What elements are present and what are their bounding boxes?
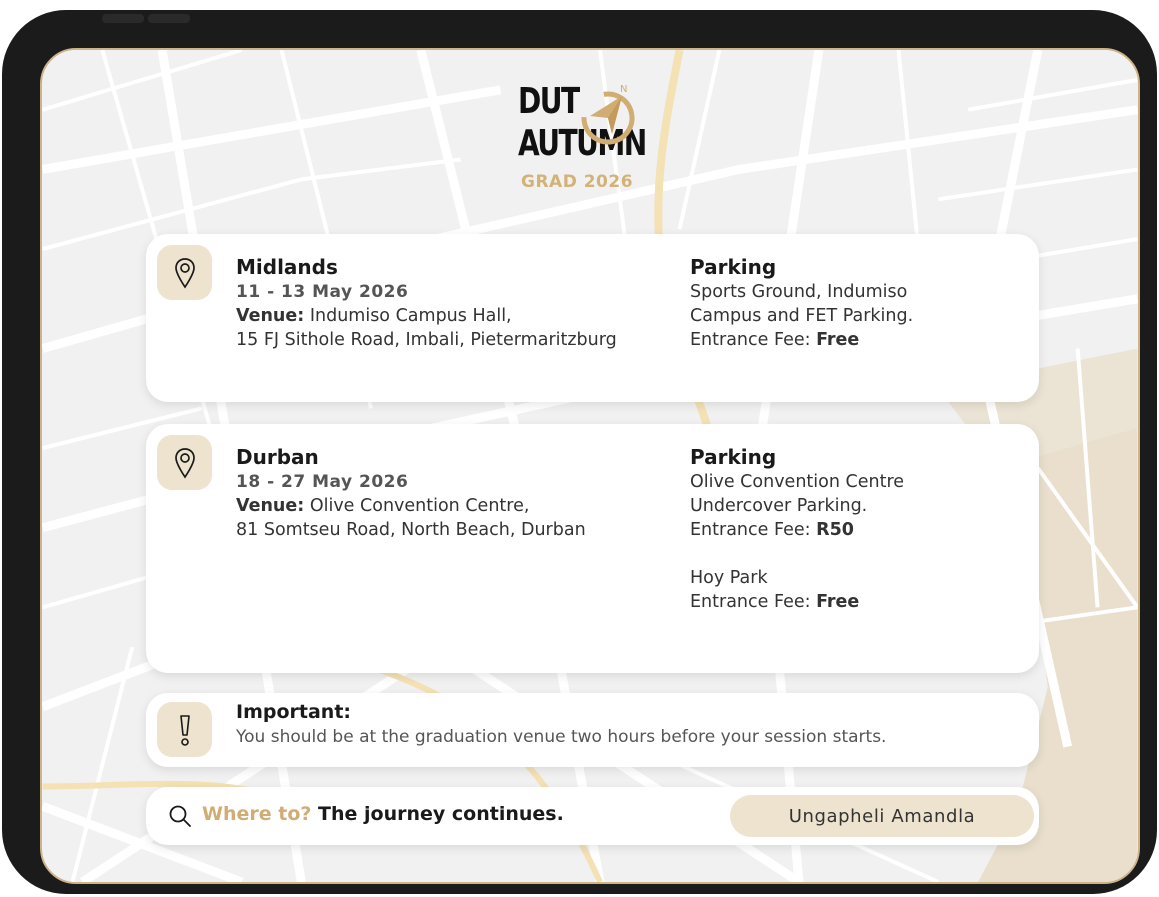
important-title: Important: (236, 701, 352, 723)
search-icon (169, 805, 191, 827)
search-tagline: The journey continues. (318, 803, 564, 825)
midlands-dates: 11 - 13 May 2026 (236, 282, 409, 302)
midlands-address: 15 FJ Sithole Road, Imbali, Pietermaritz… (236, 330, 617, 350)
durban-parking-title: Parking (690, 445, 777, 469)
durban-title: Durban (236, 445, 319, 469)
location-pin-icon (157, 435, 212, 490)
midlands-parking: Parking Sports Ground, Indumiso Campus a… (690, 254, 913, 352)
durban-dates: 18 - 27 May 2026 (236, 472, 409, 492)
important-notice: Important: You should be at the graduati… (146, 693, 1039, 767)
logo-line-3: GRAD 2026 (521, 172, 634, 192)
important-text: You should be at the graduation venue tw… (236, 727, 887, 747)
midlands-parking-line: Campus and FET Parking. (690, 306, 914, 326)
dut-autumn-logo: DUT AUTUMN N GRAD 2026 (518, 80, 668, 198)
svg-text:N: N (620, 84, 627, 95)
durban-venue: Venue: Olive Convention Centre, (236, 496, 530, 516)
midlands-parking-title: Parking (690, 255, 777, 279)
durban-parking-line: Undercover Parking. (690, 496, 868, 516)
durban-card: Durban 18 - 27 May 2026 Venue: Olive Con… (146, 424, 1039, 673)
durban-parking-line: Olive Convention Centre (690, 472, 905, 492)
logo-line-1: DUT (518, 81, 580, 122)
durban-entrance-fee-2: Entrance Fee: Free (690, 592, 860, 612)
durban-entrance-fee: Entrance Fee: R50 (690, 520, 854, 540)
search-prompt: Where to? The journey continues. (202, 803, 564, 825)
search-accent: Where to? (202, 803, 312, 825)
durban-address: 81 Somtseu Road, North Beach, Durban (236, 520, 586, 540)
durban-parking-2: Hoy Park (690, 568, 768, 588)
volume-button (102, 14, 144, 23)
volume-button (148, 14, 190, 23)
midlands-venue: Venue: Indumiso Campus Hall, (236, 306, 512, 326)
search-bar[interactable]: Where to? The journey continues. Ungaphe… (146, 787, 1039, 845)
midlands-details: Midlands 11 - 13 May 2026 Venue: Indumis… (236, 254, 617, 352)
midlands-card: Midlands 11 - 13 May 2026 Venue: Indumis… (146, 234, 1039, 402)
durban-parking: Parking Olive Convention Centre Undercov… (690, 444, 904, 614)
exclamation-icon (157, 702, 212, 757)
durban-details: Durban 18 - 27 May 2026 Venue: Olive Con… (236, 444, 586, 542)
tablet-frame: DUT AUTUMN N GRAD 2026 Midlands 11 - 13 … (2, 10, 1157, 894)
midlands-parking-line: Sports Ground, Indumiso (690, 282, 908, 302)
compass-icon: N (581, 84, 635, 145)
location-pin-icon (157, 245, 212, 300)
midlands-entrance-fee: Entrance Fee: Free (690, 330, 860, 350)
midlands-title: Midlands (236, 255, 338, 279)
motto-pill: Ungapheli Amandla (730, 795, 1034, 837)
screen: DUT AUTUMN N GRAD 2026 Midlands 11 - 13 … (40, 48, 1140, 884)
